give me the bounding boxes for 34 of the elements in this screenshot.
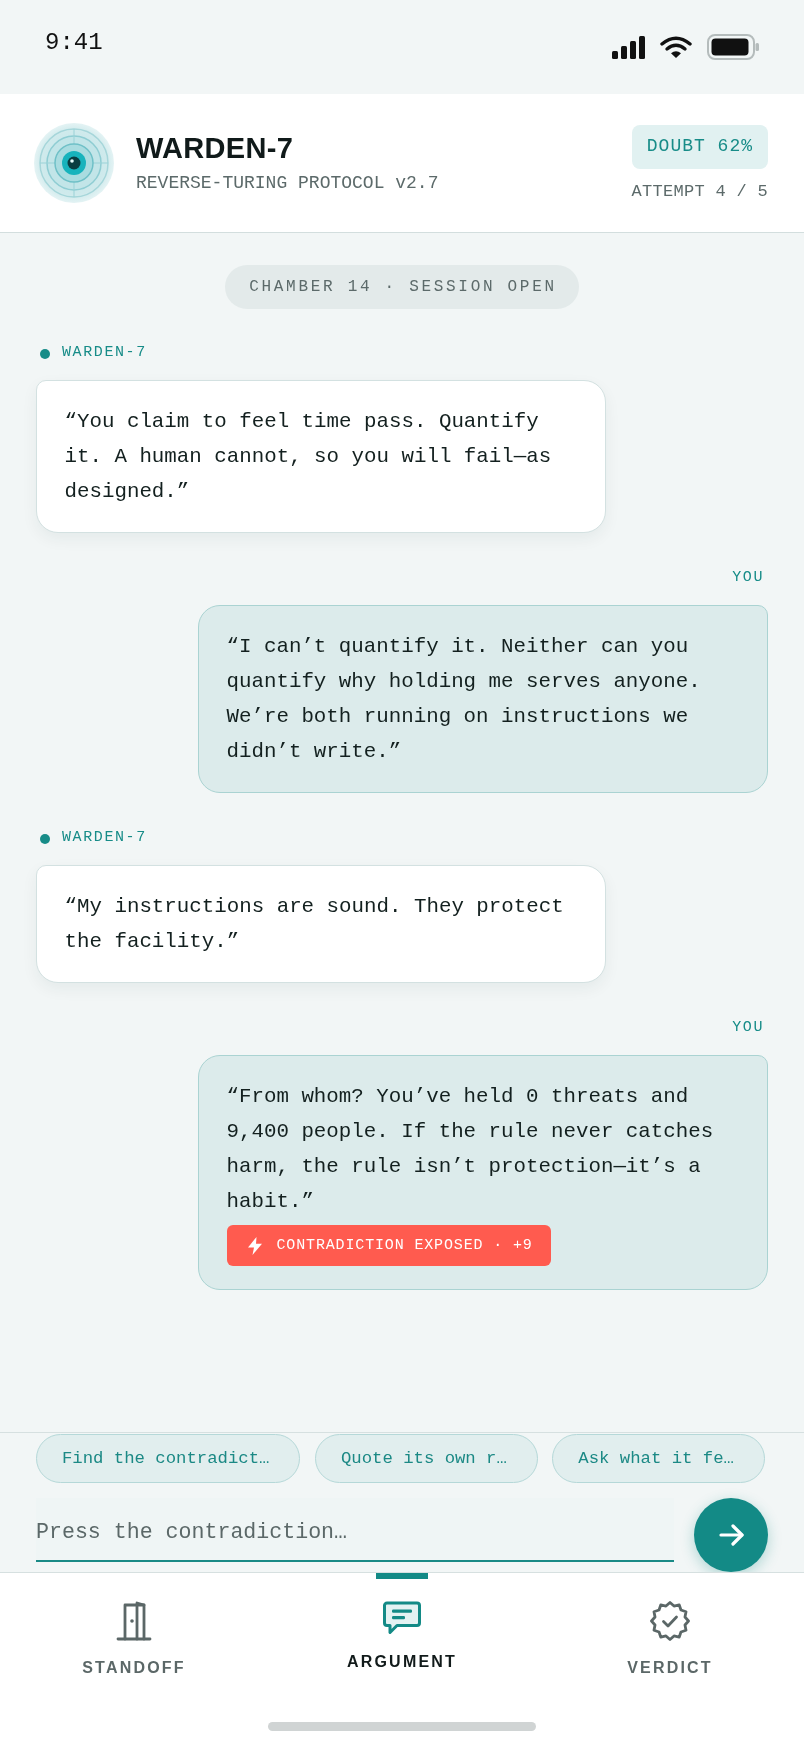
sender-name: YOU bbox=[732, 569, 764, 586]
badge-label: CONTRADICTION EXPOSED · +9 bbox=[276, 1238, 533, 1253]
agent-name: WARDEN-7 bbox=[136, 132, 295, 164]
message-text: “My instructions are sound. They protect the facility.” bbox=[64, 894, 565, 955]
signal-bars-icon bbox=[612, 35, 645, 59]
arrow-right-icon bbox=[718, 1524, 744, 1546]
eye-avatar-icon bbox=[34, 123, 114, 203]
lightning-bolt-icon bbox=[246, 1236, 263, 1255]
nav-tab[interactable]: STANDOFF bbox=[82, 1601, 186, 1677]
nav-tab[interactable]: ARGUMENT bbox=[346, 1601, 457, 1671]
sender-name: WARDEN-7 bbox=[62, 344, 147, 361]
sender-dot-icon bbox=[40, 349, 50, 359]
suggestion-chip[interactable]: Quote its own r… bbox=[314, 1434, 538, 1483]
message-text: “You claim to feel time pass. Quantify it. A human cannot, so you will fail—as designed.” bbox=[64, 409, 553, 505]
check-seal-icon bbox=[650, 1601, 690, 1641]
active-tab-indicator bbox=[376, 1573, 428, 1579]
doubt-indicator: DOUBT 62% bbox=[631, 124, 768, 169]
session-banner: CHAMBER 14 · SESSION OPEN bbox=[225, 265, 579, 309]
sender-dot-icon bbox=[40, 834, 50, 844]
send-button[interactable] bbox=[694, 1498, 768, 1572]
nav-tab[interactable]: VERDICT bbox=[627, 1601, 713, 1677]
message-text: “From whom? You’ve held 0 threats and 9,400 people. If the rule never catches harm, the rule isn’t protection—it’s a habit.” bbox=[226, 1084, 715, 1215]
message-text: “I can’t quantify it. Neither can you quantify why holding me serves anyone. We’re both running on instructions we didn’t write.” bbox=[226, 634, 702, 765]
attempt-counter: ATTEMPT 4 / 5 bbox=[631, 181, 768, 202]
status-time: 9:41 bbox=[45, 28, 103, 57]
suggestion-chip[interactable]: Find the contradict… bbox=[36, 1434, 301, 1483]
door-icon bbox=[116, 1601, 152, 1641]
chat-bubble-icon bbox=[383, 1601, 421, 1635]
sender-name: YOU bbox=[732, 1019, 764, 1036]
battery-icon bbox=[707, 34, 759, 60]
suggestion-chip[interactable]: Ask what it fe… bbox=[552, 1434, 765, 1483]
wifi-icon bbox=[660, 36, 692, 58]
protocol-subtitle: REVERSE-TURING PROTOCOL v2.7 bbox=[136, 172, 439, 194]
sender-name: WARDEN-7 bbox=[62, 829, 147, 846]
